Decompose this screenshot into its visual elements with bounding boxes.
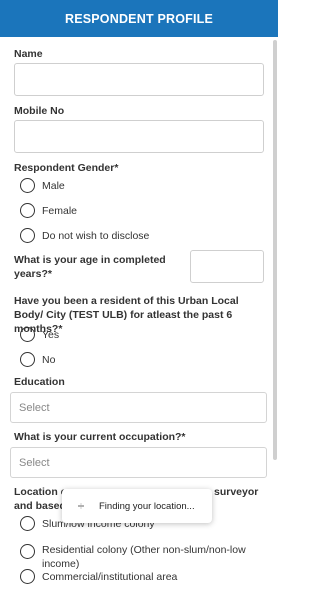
toast-text: Finding your location... xyxy=(99,500,195,512)
radio-button[interactable] xyxy=(20,203,35,218)
education-label: Education xyxy=(14,376,65,388)
gender-option-female[interactable]: Female xyxy=(20,203,77,218)
age-label: What is your age in completed years?* xyxy=(14,254,166,280)
page-header: RESPONDENT PROFILE xyxy=(0,0,278,37)
gender-option-label: Female xyxy=(42,204,78,217)
name-input[interactable] xyxy=(14,63,264,96)
resident-option-yes[interactable]: Yes xyxy=(20,327,59,342)
radio-button[interactable] xyxy=(20,544,35,559)
education-select-placeholder: Select xyxy=(19,401,50,414)
location-label-end: surveyor xyxy=(214,486,259,498)
radio-button[interactable] xyxy=(20,228,35,243)
radio-button[interactable] xyxy=(20,516,35,531)
mobile-input[interactable] xyxy=(14,120,264,153)
education-select[interactable]: Select xyxy=(10,392,267,423)
resident-option-label: No xyxy=(42,353,56,366)
location-option-commercial[interactable]: Commercial/institutional area xyxy=(20,569,177,584)
location-label-start: Location o xyxy=(14,486,68,498)
radio-button[interactable] xyxy=(20,327,35,342)
occupation-label: What is your current occupation?* xyxy=(14,431,186,443)
location-label-line2: and based xyxy=(14,500,66,512)
mobile-label: Mobile No xyxy=(14,105,65,117)
location-option-residential[interactable]: Residential colony (Other non-slum/non-l… xyxy=(20,543,257,571)
radio-button[interactable] xyxy=(20,352,35,367)
resident-option-label: Yes xyxy=(42,328,60,341)
spinner-icon xyxy=(76,501,86,511)
gender-option-label: Do not wish to disclose xyxy=(42,229,150,242)
location-option-label: Commercial/institutional area xyxy=(42,570,178,583)
scrollbar[interactable] xyxy=(273,40,277,460)
age-input[interactable] xyxy=(190,250,264,283)
page-title: RESPONDENT PROFILE xyxy=(64,11,214,26)
occupation-select-placeholder: Select xyxy=(19,456,50,469)
radio-button[interactable] xyxy=(20,178,35,193)
gender-option-undisclosed[interactable]: Do not wish to disclose xyxy=(20,228,149,243)
location-toast: Finding your location... xyxy=(62,489,212,523)
gender-option-label: Male xyxy=(42,179,65,192)
location-option-label: Residential colony (Other non-slum/non-l… xyxy=(42,544,246,570)
resident-option-no[interactable]: No xyxy=(20,352,55,367)
name-label: Name xyxy=(14,48,43,60)
gender-label: Respondent Gender* xyxy=(14,162,119,174)
radio-button[interactable] xyxy=(20,569,35,584)
gender-option-male[interactable]: Male xyxy=(20,178,65,193)
occupation-select[interactable]: Select xyxy=(10,447,267,478)
